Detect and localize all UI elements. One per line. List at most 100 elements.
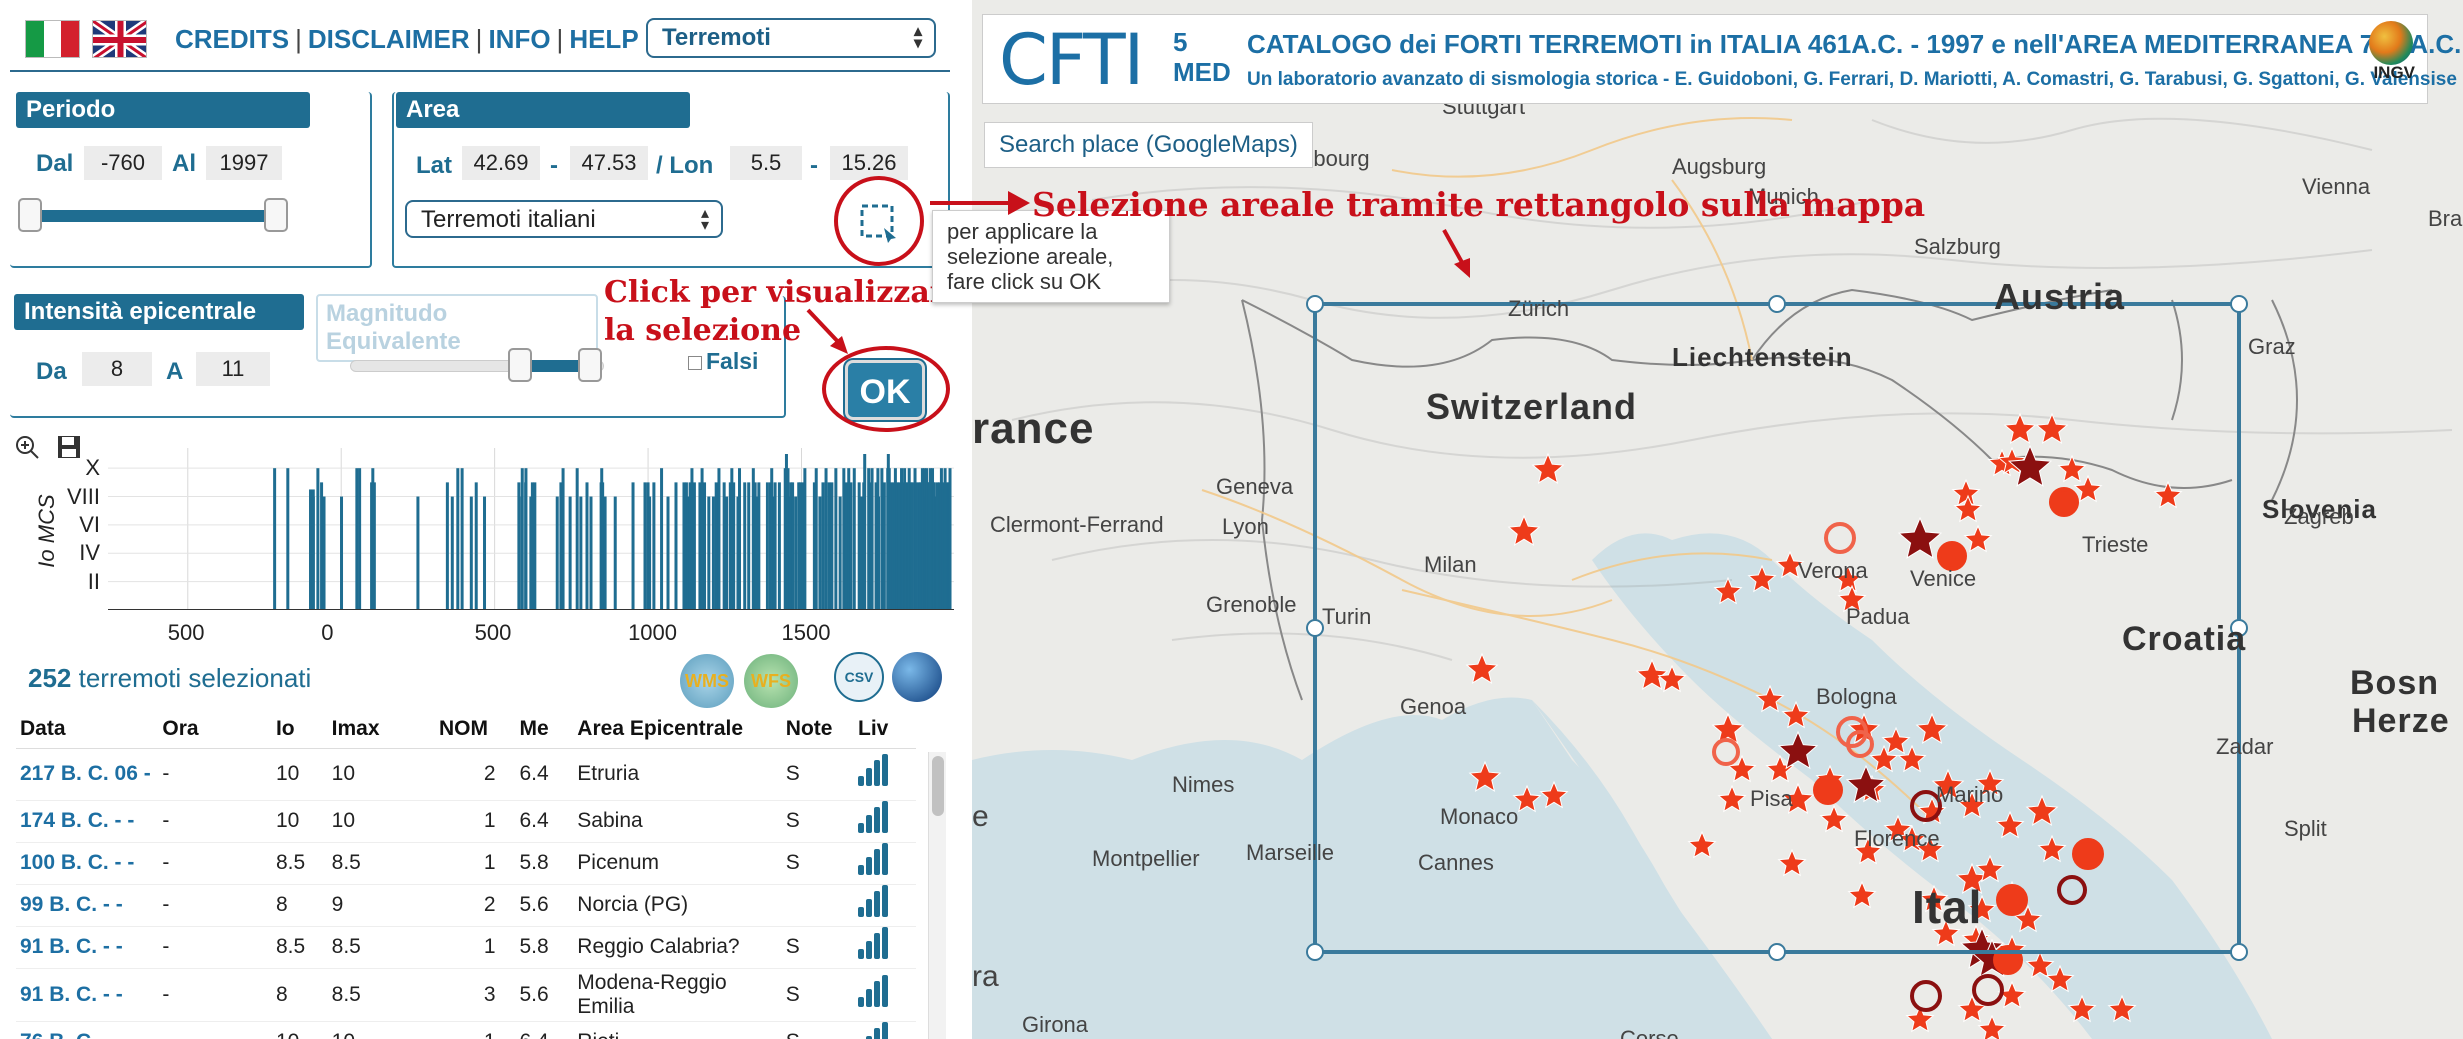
- city-label-bologna: Bologna: [1816, 684, 1897, 709]
- cell-ora: -: [158, 842, 272, 885]
- city-label-girona: Girona: [1022, 1012, 1089, 1037]
- kml-globe-icon[interactable]: [892, 652, 942, 702]
- uk-flag-icon[interactable]: [92, 20, 147, 58]
- col-header[interactable]: Data: [16, 710, 159, 749]
- lon-min-input[interactable]: 5.5: [730, 146, 802, 180]
- col-header[interactable]: Note: [781, 710, 855, 749]
- disclaimer-link[interactable]: DISCLAIMER: [308, 24, 470, 54]
- lat-min-input[interactable]: 42.69: [462, 146, 540, 180]
- signal-level-icon[interactable]: [858, 927, 892, 959]
- table-row[interactable]: 91 B. C. - - -8.5 8.5 1 5.8 Reggio Calabria? S: [16, 926, 916, 969]
- col-header[interactable]: Me: [515, 710, 574, 749]
- intensita-to-input[interactable]: 11: [196, 352, 270, 386]
- cell-date[interactable]: 174 B. C. - -: [16, 800, 159, 843]
- signal-level-icon[interactable]: [858, 843, 892, 875]
- scrollbar-thumb[interactable]: [932, 756, 944, 816]
- cell-liv[interactable]: [854, 1021, 916, 1039]
- table-row[interactable]: 174 B. C. - - -10 10 1 6.4 Sabina S: [16, 800, 916, 843]
- cell-liv[interactable]: [854, 926, 916, 969]
- cell-liv[interactable]: [854, 748, 916, 801]
- cell-date[interactable]: 99 B. C. - -: [16, 884, 159, 927]
- earthquake-star-dark-icon: [1777, 730, 1819, 770]
- histogram-bar: [948, 468, 952, 610]
- col-header[interactable]: Area Epicentrale: [573, 710, 782, 749]
- intensita-slider-handle-min[interactable]: [508, 348, 532, 382]
- zoom-in-icon[interactable]: [14, 434, 40, 460]
- cell-liv[interactable]: [854, 800, 916, 843]
- wms-export-button[interactable]: WMS: [680, 654, 734, 708]
- magnitude-field[interactable]: Magnitudo Equivalente: [316, 294, 598, 362]
- cell-liv[interactable]: [854, 884, 916, 927]
- cell-date[interactable]: 91 B. C. - -: [16, 968, 159, 1022]
- ingv-label: INGV: [2373, 63, 2415, 82]
- csv-export-button[interactable]: CSV: [834, 652, 884, 702]
- histogram-bar: [568, 496, 572, 610]
- table-row[interactable]: 100 B. C. - - -8.5 8.5 1 5.8 Picenum S: [16, 842, 916, 885]
- histogram-bar: [824, 468, 828, 610]
- histogram-bar: [765, 482, 769, 610]
- cell-date[interactable]: 76 B. C. - -: [16, 1021, 159, 1039]
- histogram-bar: [882, 482, 886, 610]
- earthquake-circle-icon: [1813, 775, 1843, 805]
- city-label-verona: Verona: [1798, 558, 1868, 583]
- city-label-bra: Bra: [2428, 206, 2463, 231]
- cell-nom: 2: [435, 884, 516, 927]
- table-row[interactable]: 99 B. C. - - -8 9 2 5.6 Norcia (PG): [16, 884, 916, 927]
- cell-ora: -: [158, 1021, 272, 1039]
- table-scrollbar[interactable]: [928, 752, 946, 1039]
- histogram-bar: [483, 496, 487, 610]
- city-label-e: e: [972, 800, 989, 833]
- signal-level-icon[interactable]: [858, 801, 892, 833]
- help-link[interactable]: HELP: [569, 24, 638, 54]
- periodo-slider-handle-min[interactable]: [18, 198, 42, 232]
- cell-date[interactable]: 100 B. C. - -: [16, 842, 159, 885]
- signal-level-icon[interactable]: [858, 754, 892, 786]
- signal-level-icon[interactable]: [858, 885, 892, 917]
- search-place-button[interactable]: Search place (GoogleMaps): [984, 122, 1313, 168]
- intensita-from-input[interactable]: 8: [82, 352, 152, 386]
- wfs-export-button[interactable]: WFS: [744, 654, 798, 708]
- nav-separator: |: [556, 24, 564, 54]
- subset-select-value: Terremoti italiani: [421, 206, 596, 233]
- cell-date[interactable]: 91 B. C. - -: [16, 926, 159, 969]
- info-link[interactable]: INFO: [488, 24, 550, 54]
- periodo-slider-handle-max[interactable]: [264, 198, 288, 232]
- signal-level-icon[interactable]: [858, 1022, 892, 1039]
- italian-flag-icon[interactable]: [25, 20, 80, 58]
- map-view[interactable]: rance Switzerland Liechtenstein Austria Slov…: [972, 0, 2463, 1039]
- col-header[interactable]: Io: [271, 710, 328, 749]
- table-row[interactable]: 91 B. C. - - -8 8.5 3 5.6 Modena-Reggio Emili…: [16, 968, 916, 1022]
- earthquake-star-dark-icon: [2007, 444, 2053, 487]
- lat-max-input[interactable]: 47.53: [570, 146, 648, 180]
- periodo-from-input[interactable]: -760: [84, 146, 162, 180]
- intensita-slider-handle-max[interactable]: [578, 348, 602, 382]
- map-header: CFTI 5 MED CATALOGO dei FORTI TERREMOTI …: [982, 14, 2463, 104]
- signal-level-icon[interactable]: [858, 974, 892, 1007]
- results-count-suffix: terremoti selezionati: [78, 663, 312, 693]
- cell-io: 8.5: [271, 842, 328, 885]
- col-header[interactable]: Imax: [327, 710, 435, 749]
- table-row[interactable]: 217 B. C. 06 - -10 10 2 6.4 Etruria S: [16, 748, 916, 801]
- dataset-select[interactable]: Terremoti ▴ ▾: [646, 18, 936, 58]
- y-tick-label: II: [87, 568, 100, 594]
- country-label-austria: Austria: [1994, 276, 2126, 317]
- selection-resize-handle: [1768, 295, 1786, 313]
- lon-max-input[interactable]: 15.26: [830, 146, 908, 180]
- cell-imax: 10: [327, 748, 435, 801]
- subset-select[interactable]: Terremoti italiani ▴ ▾: [405, 200, 723, 238]
- histogram-bar: [273, 468, 277, 610]
- cell-liv[interactable]: [854, 842, 916, 885]
- credits-link[interactable]: CREDITS: [175, 24, 289, 54]
- cell-nom: 3: [435, 968, 516, 1022]
- histogram-bar: [469, 496, 473, 610]
- falsi-checkbox[interactable]: [688, 356, 702, 370]
- periodo-to-input[interactable]: 1997: [206, 146, 282, 180]
- col-header[interactable]: Ora: [158, 710, 272, 749]
- col-header[interactable]: Liv: [854, 710, 916, 749]
- col-header[interactable]: NOM: [435, 710, 516, 749]
- cfti-logo-num: 5: [1173, 27, 1188, 57]
- cell-liv[interactable]: [854, 968, 916, 1022]
- cell-date[interactable]: 217 B. C. 06 -: [16, 748, 159, 801]
- table-row[interactable]: 76 B. C. - --101016.4RietiS: [16, 1021, 916, 1039]
- histogram-bar: [849, 482, 853, 610]
